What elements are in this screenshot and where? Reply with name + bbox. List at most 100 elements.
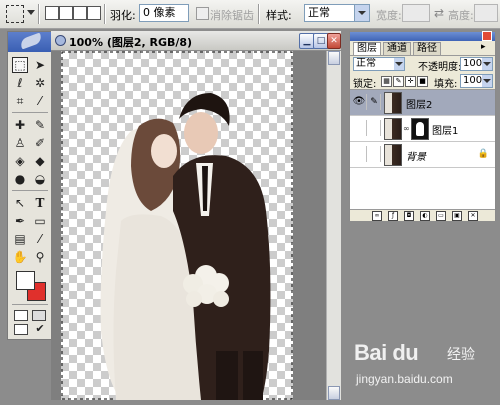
zoom-tool-icon[interactable]: ⚲ <box>32 249 48 265</box>
hand-tool-icon[interactable]: ✋ <box>12 249 28 265</box>
style-label: 样式: <box>266 9 292 22</box>
document-title: 100% (图层2, RGB/8) <box>69 36 193 49</box>
layer-name: 图层2 <box>406 100 433 111</box>
brush-tool-icon[interactable]: ✎ <box>32 117 48 133</box>
width-input[interactable] <box>402 4 430 22</box>
screen-mode-icon[interactable] <box>14 324 28 335</box>
vertical-scrollbar[interactable] <box>326 51 341 400</box>
subtract-selection-icon[interactable] <box>73 6 87 20</box>
fill-label: 填充: <box>434 79 458 90</box>
chevron-down-icon <box>482 75 492 87</box>
antialias-checkbox[interactable] <box>196 7 209 20</box>
blur-tool-icon[interactable]: ● <box>12 171 28 187</box>
close-button[interactable]: ✕ <box>327 33 341 49</box>
dodge-tool-icon[interactable]: ◒ <box>32 171 48 187</box>
marquee-tool-icon[interactable]: ⬚ <box>12 57 28 73</box>
tool-preset-dropdown[interactable] <box>27 10 35 15</box>
panel-close-icon[interactable] <box>482 31 492 41</box>
opacity-input[interactable]: 100% <box>460 57 493 71</box>
link-toggle[interactable] <box>368 146 381 162</box>
adjustment-layer-icon[interactable]: ◐ <box>420 211 430 221</box>
tab-channels[interactable]: 通道 <box>383 42 411 55</box>
add-mask-icon[interactable]: ◘ <box>404 211 414 221</box>
chevron-down-icon <box>354 5 369 21</box>
lock-all-icon[interactable]: ■ <box>417 76 428 87</box>
eraser-tool-icon[interactable]: ◈ <box>12 153 28 169</box>
new-group-icon[interactable]: ▭ <box>436 211 446 221</box>
scroll-up-button[interactable] <box>328 51 340 65</box>
add-selection-icon[interactable] <box>59 6 73 20</box>
intersect-selection-icon[interactable] <box>87 6 101 20</box>
watermark-cn-text: 经验 <box>447 347 475 363</box>
chain-link-icon[interactable]: ∞ <box>403 124 410 133</box>
antialias-label: 消除锯齿 <box>210 9 254 22</box>
pen-tool-icon[interactable]: ✒ <box>12 213 28 229</box>
feather-logo-icon <box>18 32 44 50</box>
height-input[interactable] <box>474 4 498 22</box>
style-select[interactable]: 正常 <box>304 4 370 22</box>
layer-row-background[interactable]: 背景 🔒 <box>350 142 495 168</box>
scroll-down-button[interactable] <box>328 386 340 400</box>
new-layer-icon[interactable]: ▣ <box>452 211 462 221</box>
document-titlebar[interactable]: 100% (图层2, RGB/8) ▁ □ ✕ <box>51 31 341 51</box>
slice-tool-icon[interactable]: ⁄ <box>32 93 48 109</box>
panel-menu-icon[interactable]: ▸ <box>481 43 491 52</box>
blend-mode-value: 正常 <box>356 58 376 69</box>
layer-name: 图层1 <box>432 126 459 137</box>
lasso-tool-icon[interactable]: ℓ <box>12 75 28 91</box>
layer-row-layer1[interactable]: ∞ 图层1 <box>350 116 495 142</box>
standard-mode-icon[interactable] <box>14 310 28 321</box>
divider <box>104 4 106 24</box>
blend-mode-select[interactable]: 正常 <box>353 57 405 71</box>
panel-titlebar[interactable] <box>350 31 495 41</box>
notes-tool-icon[interactable]: ▤ <box>12 231 28 247</box>
move-tool-icon[interactable]: ➤ <box>32 57 48 73</box>
divider <box>258 4 260 24</box>
canvas[interactable] <box>61 51 293 400</box>
quickmask-mode-icon[interactable] <box>32 310 46 321</box>
rect-marquee-icon[interactable] <box>6 5 24 23</box>
panel-tabs: 图层 通道 路径 <box>350 41 495 56</box>
toolbox: ⬚ ➤ ℓ ✲ ⌗ ⁄ ✚ ✎ ♙ ✐ ◈ ◆ ● ◒ ↖ T ✒ ▭ ▤ ⁄ … <box>7 31 53 340</box>
shape-tool-icon[interactable]: ▭ <box>32 213 48 229</box>
eyedropper-icon[interactable]: ⁄ <box>32 231 48 247</box>
divider <box>38 4 40 24</box>
tab-layers[interactable]: 图层 <box>353 42 381 55</box>
link-layers-icon[interactable]: ∞ <box>372 211 382 221</box>
brush-icon[interactable]: ✎ <box>368 94 381 110</box>
history-brush-icon[interactable]: ✐ <box>32 135 48 151</box>
type-tool-icon[interactable]: T <box>32 195 48 211</box>
lock-transparency-icon[interactable]: ▦ <box>381 76 392 87</box>
paint-bucket-icon[interactable]: ◆ <box>32 153 48 169</box>
lock-icon: 🔒 <box>477 149 489 159</box>
feather-input[interactable]: 0 像素 <box>139 4 189 22</box>
delete-layer-icon[interactable]: ✕ <box>468 211 478 221</box>
foreground-color-swatch[interactable] <box>16 271 35 290</box>
style-select-value: 正常 <box>308 6 330 19</box>
swap-icon[interactable]: ⇄ <box>434 6 444 20</box>
lock-position-icon[interactable]: ✛ <box>405 76 416 87</box>
crop-tool-icon[interactable]: ⌗ <box>12 93 28 109</box>
magic-wand-icon[interactable]: ✲ <box>32 75 48 91</box>
imageready-icon[interactable]: ✔ <box>32 321 48 337</box>
lock-pixels-icon[interactable]: ✎ <box>393 76 404 87</box>
layer-style-icon[interactable]: ƒ <box>388 211 398 221</box>
healing-brush-icon[interactable]: ✚ <box>12 117 28 133</box>
layer-list: 👁 ✎ 图层2 ∞ 图层1 背景 🔒 <box>350 89 495 210</box>
eye-icon[interactable]: 👁 <box>352 94 367 110</box>
lock-label: 锁定: <box>353 79 377 90</box>
visibility-toggle[interactable] <box>352 120 367 136</box>
fill-input[interactable]: 100% <box>460 74 493 88</box>
clone-stamp-icon[interactable]: ♙ <box>12 135 28 151</box>
link-toggle[interactable] <box>368 120 381 136</box>
watermark-url: jingyan.baidu.com <box>356 372 453 386</box>
visibility-toggle[interactable] <box>352 146 367 162</box>
layer-mask-thumbnail[interactable] <box>411 118 429 140</box>
width-label: 宽度: <box>376 9 402 22</box>
tab-paths[interactable]: 路径 <box>413 42 441 55</box>
layer-row-layer2[interactable]: 👁 ✎ 图层2 <box>350 90 495 116</box>
layer-thumbnail <box>384 92 402 114</box>
height-label: 高度: <box>448 9 474 22</box>
new-selection-icon[interactable] <box>45 6 59 20</box>
path-select-icon[interactable]: ↖ <box>12 195 28 211</box>
